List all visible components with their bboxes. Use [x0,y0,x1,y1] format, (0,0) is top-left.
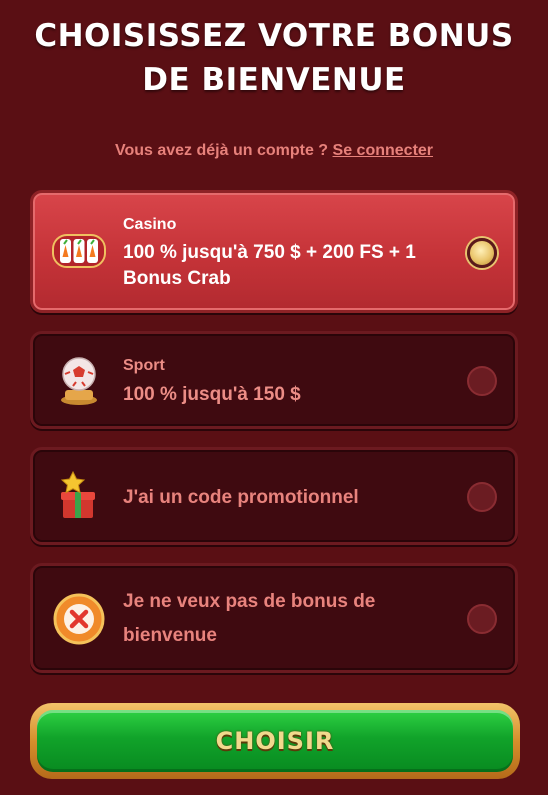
bonus-option-text-line-2: bienvenue [123,625,217,646]
bonus-option-text-line-2: Bonus Crab [123,268,231,289]
page-title-line-2: de bienvenue [142,62,406,98]
bonus-option-text-line-1: Je ne veux pas de bonus de [123,591,376,612]
bonus-option-sport[interactable]: Sport 100 % jusqu'à 150 $ [30,331,518,429]
login-prompt-text: Vous avez déjà un compte ? [114,142,329,159]
page-title: Choisissez votre bonus de bienvenue [0,14,548,102]
bonus-option-casino[interactable]: Casino 100 % jusqu'à 750 $ + 200 FS + 1 … [30,190,518,313]
bonus-option-radio[interactable] [467,366,497,396]
bonus-option-radio[interactable] [467,604,497,634]
bonus-option-text-line-1: 100 % jusqu'à 150 $ [123,384,301,405]
page-title-line-1: Choisissez votre bonus [34,18,514,54]
choose-button-face: Choisir [37,710,513,772]
bonus-option-category: Casino [123,216,177,233]
bonus-option-promo-code[interactable]: J'ai un code promotionnel [30,447,518,545]
no-bonus-chip-icon [51,591,107,647]
choose-button-label: Choisir [215,727,335,755]
login-prompt: Vous avez déjà un compte ? Se connecter [0,141,548,161]
soccer-ball-trophy-icon [51,352,107,408]
bonus-option-radio[interactable] [467,482,497,512]
bonus-option-text-line-1: 100 % jusqu'à 750 $ + 200 FS + 1 [123,242,416,263]
bonus-option-text-line-1: J'ai un code promotionnel [123,487,359,508]
login-link[interactable]: Se connecter [333,142,433,159]
bonus-option-category: Sport [123,357,165,374]
bonus-option-radio[interactable] [467,238,497,268]
bonus-option-no-bonus[interactable]: Je ne veux pas de bonus de bienvenue [30,563,518,673]
slot-machine-icon [51,223,107,279]
gift-box-star-icon [51,468,107,524]
choose-button[interactable]: Choisir [30,703,520,779]
